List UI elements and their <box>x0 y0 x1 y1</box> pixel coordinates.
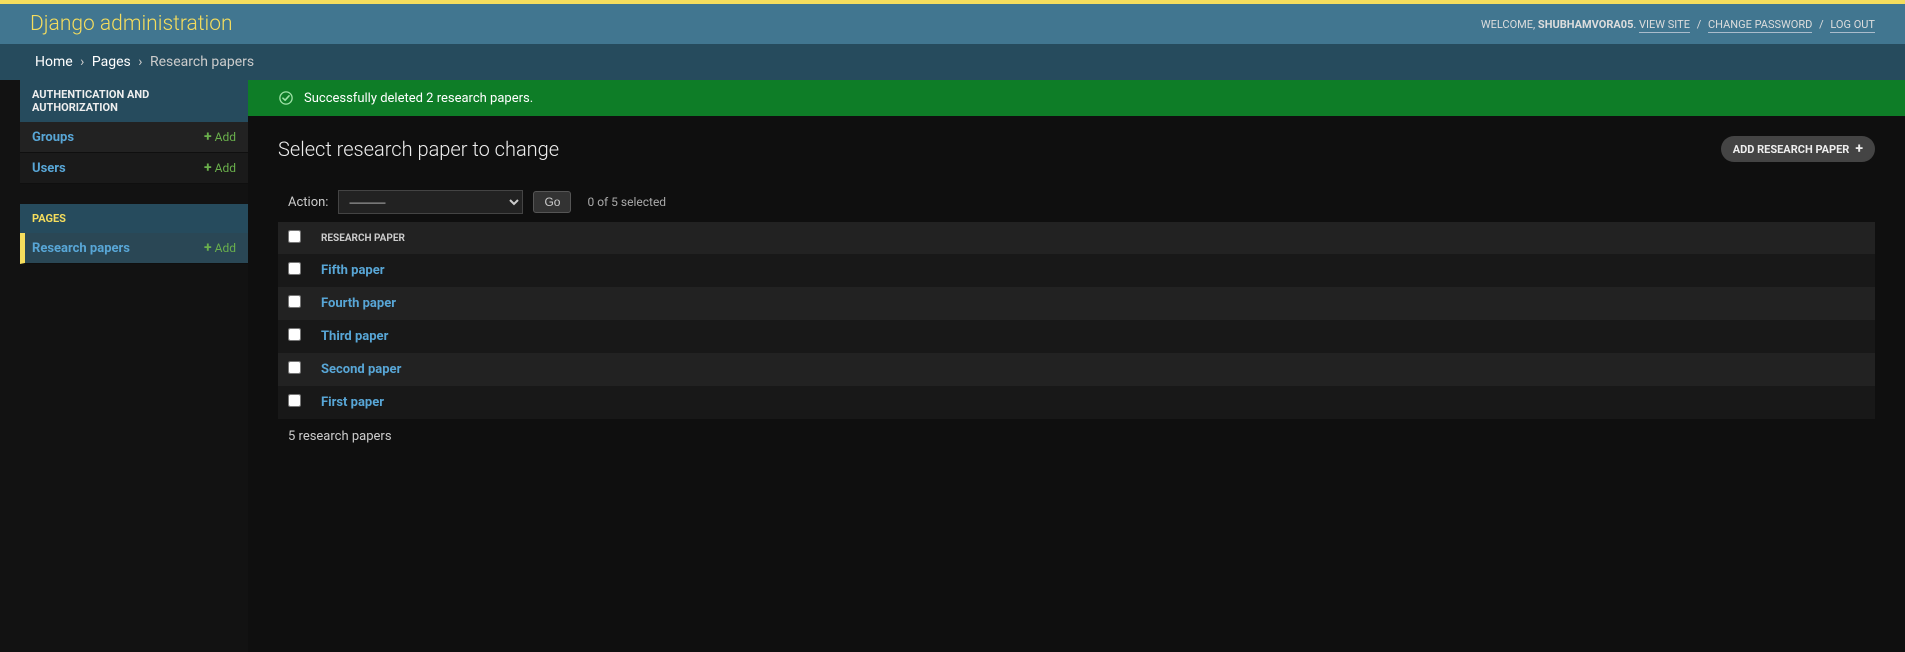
row-checkbox[interactable] <box>288 262 301 275</box>
change-password-link[interactable]: CHANGE PASSWORD <box>1708 18 1812 33</box>
sidebar-section-auth: AUTHENTICATION AND AUTHORIZATION Groups … <box>20 80 248 184</box>
breadcrumb-current: Research papers <box>150 54 254 70</box>
success-message: Successfully deleted 2 research papers. <box>248 80 1905 116</box>
separator: / <box>1697 18 1702 31</box>
groups-link[interactable]: Groups <box>32 130 74 145</box>
plus-icon: + <box>204 240 212 256</box>
username: SHUBHAMVORA05 <box>1538 18 1633 31</box>
go-button[interactable]: Go <box>533 191 571 213</box>
row-link[interactable]: First paper <box>321 395 384 410</box>
page-title: Select research paper to change <box>278 137 559 161</box>
add-user-link[interactable]: +Add <box>204 160 236 176</box>
separator: / <box>1819 18 1824 31</box>
add-research-paper-link[interactable]: +Add <box>204 240 236 256</box>
row-checkbox[interactable] <box>288 394 301 407</box>
log-out-link[interactable]: LOG OUT <box>1830 18 1875 33</box>
site-title[interactable]: Django administration <box>30 12 233 36</box>
research-papers-link[interactable]: Research papers <box>32 241 130 256</box>
row-link[interactable]: Fifth paper <box>321 263 385 278</box>
user-tools: WELCOME, SHUBHAMVORA05. VIEW SITE / CHAN… <box>1481 18 1875 31</box>
plus-icon: + <box>204 129 212 145</box>
row-link[interactable]: Third paper <box>321 329 388 344</box>
row-checkbox[interactable] <box>288 328 301 341</box>
breadcrumb-pages[interactable]: Pages <box>92 54 131 70</box>
sidebar-item-groups: Groups +Add <box>20 122 248 153</box>
plus-icon: + <box>204 160 212 176</box>
sidebar-item-research-papers: Research papers +Add <box>20 233 248 264</box>
plus-icon: + <box>1855 141 1863 157</box>
paginator: 5 research papers <box>278 419 1875 454</box>
row-checkbox[interactable] <box>288 361 301 374</box>
select-all-header <box>278 222 311 254</box>
select-all-checkbox[interactable] <box>288 230 301 243</box>
view-site-link[interactable]: VIEW SITE <box>1639 18 1690 33</box>
sidebar-item-users: Users +Add <box>20 153 248 184</box>
section-caption-pages[interactable]: PAGES <box>20 204 248 233</box>
sidebar-section-pages: PAGES Research papers +Add <box>20 204 248 264</box>
welcome-text: WELCOME, <box>1481 18 1535 31</box>
selection-counter: 0 of 5 selected <box>587 195 666 209</box>
table-row: Fifth paper <box>278 254 1875 287</box>
breadcrumb-separator: › <box>80 54 84 70</box>
row-checkbox[interactable] <box>288 295 301 308</box>
table-row: Fourth paper <box>278 287 1875 320</box>
sidebar: AUTHENTICATION AND AUTHORIZATION Groups … <box>0 80 248 652</box>
add-group-link[interactable]: +Add <box>204 129 236 145</box>
users-link[interactable]: Users <box>32 161 66 176</box>
table-row: Third paper <box>278 320 1875 353</box>
check-icon <box>278 90 294 106</box>
table-row: Second paper <box>278 353 1875 386</box>
action-select[interactable]: ——— <box>338 190 523 214</box>
row-link[interactable]: Fourth paper <box>321 296 396 311</box>
actions-bar: Action: ——— Go 0 of 5 selected <box>278 182 1875 222</box>
section-caption-auth[interactable]: AUTHENTICATION AND AUTHORIZATION <box>20 80 248 122</box>
column-header-research-paper[interactable]: RESEARCH PAPER <box>311 222 1875 254</box>
add-research-paper-button[interactable]: ADD RESEARCH PAPER + <box>1721 136 1875 162</box>
header: Django administration WELCOME, SHUBHAMVO… <box>0 4 1905 44</box>
message-text: Successfully deleted 2 research papers. <box>304 91 533 106</box>
breadcrumb-separator: › <box>138 54 142 70</box>
action-label: Action: <box>288 195 328 210</box>
results-table: RESEARCH PAPER Fifth paper Fourth paper … <box>278 222 1875 419</box>
breadcrumb-home[interactable]: Home <box>35 54 73 70</box>
breadcrumbs: Home › Pages › Research papers <box>0 44 1905 80</box>
row-link[interactable]: Second paper <box>321 362 401 377</box>
content: Successfully deleted 2 research papers. … <box>248 80 1905 652</box>
table-row: First paper <box>278 386 1875 419</box>
